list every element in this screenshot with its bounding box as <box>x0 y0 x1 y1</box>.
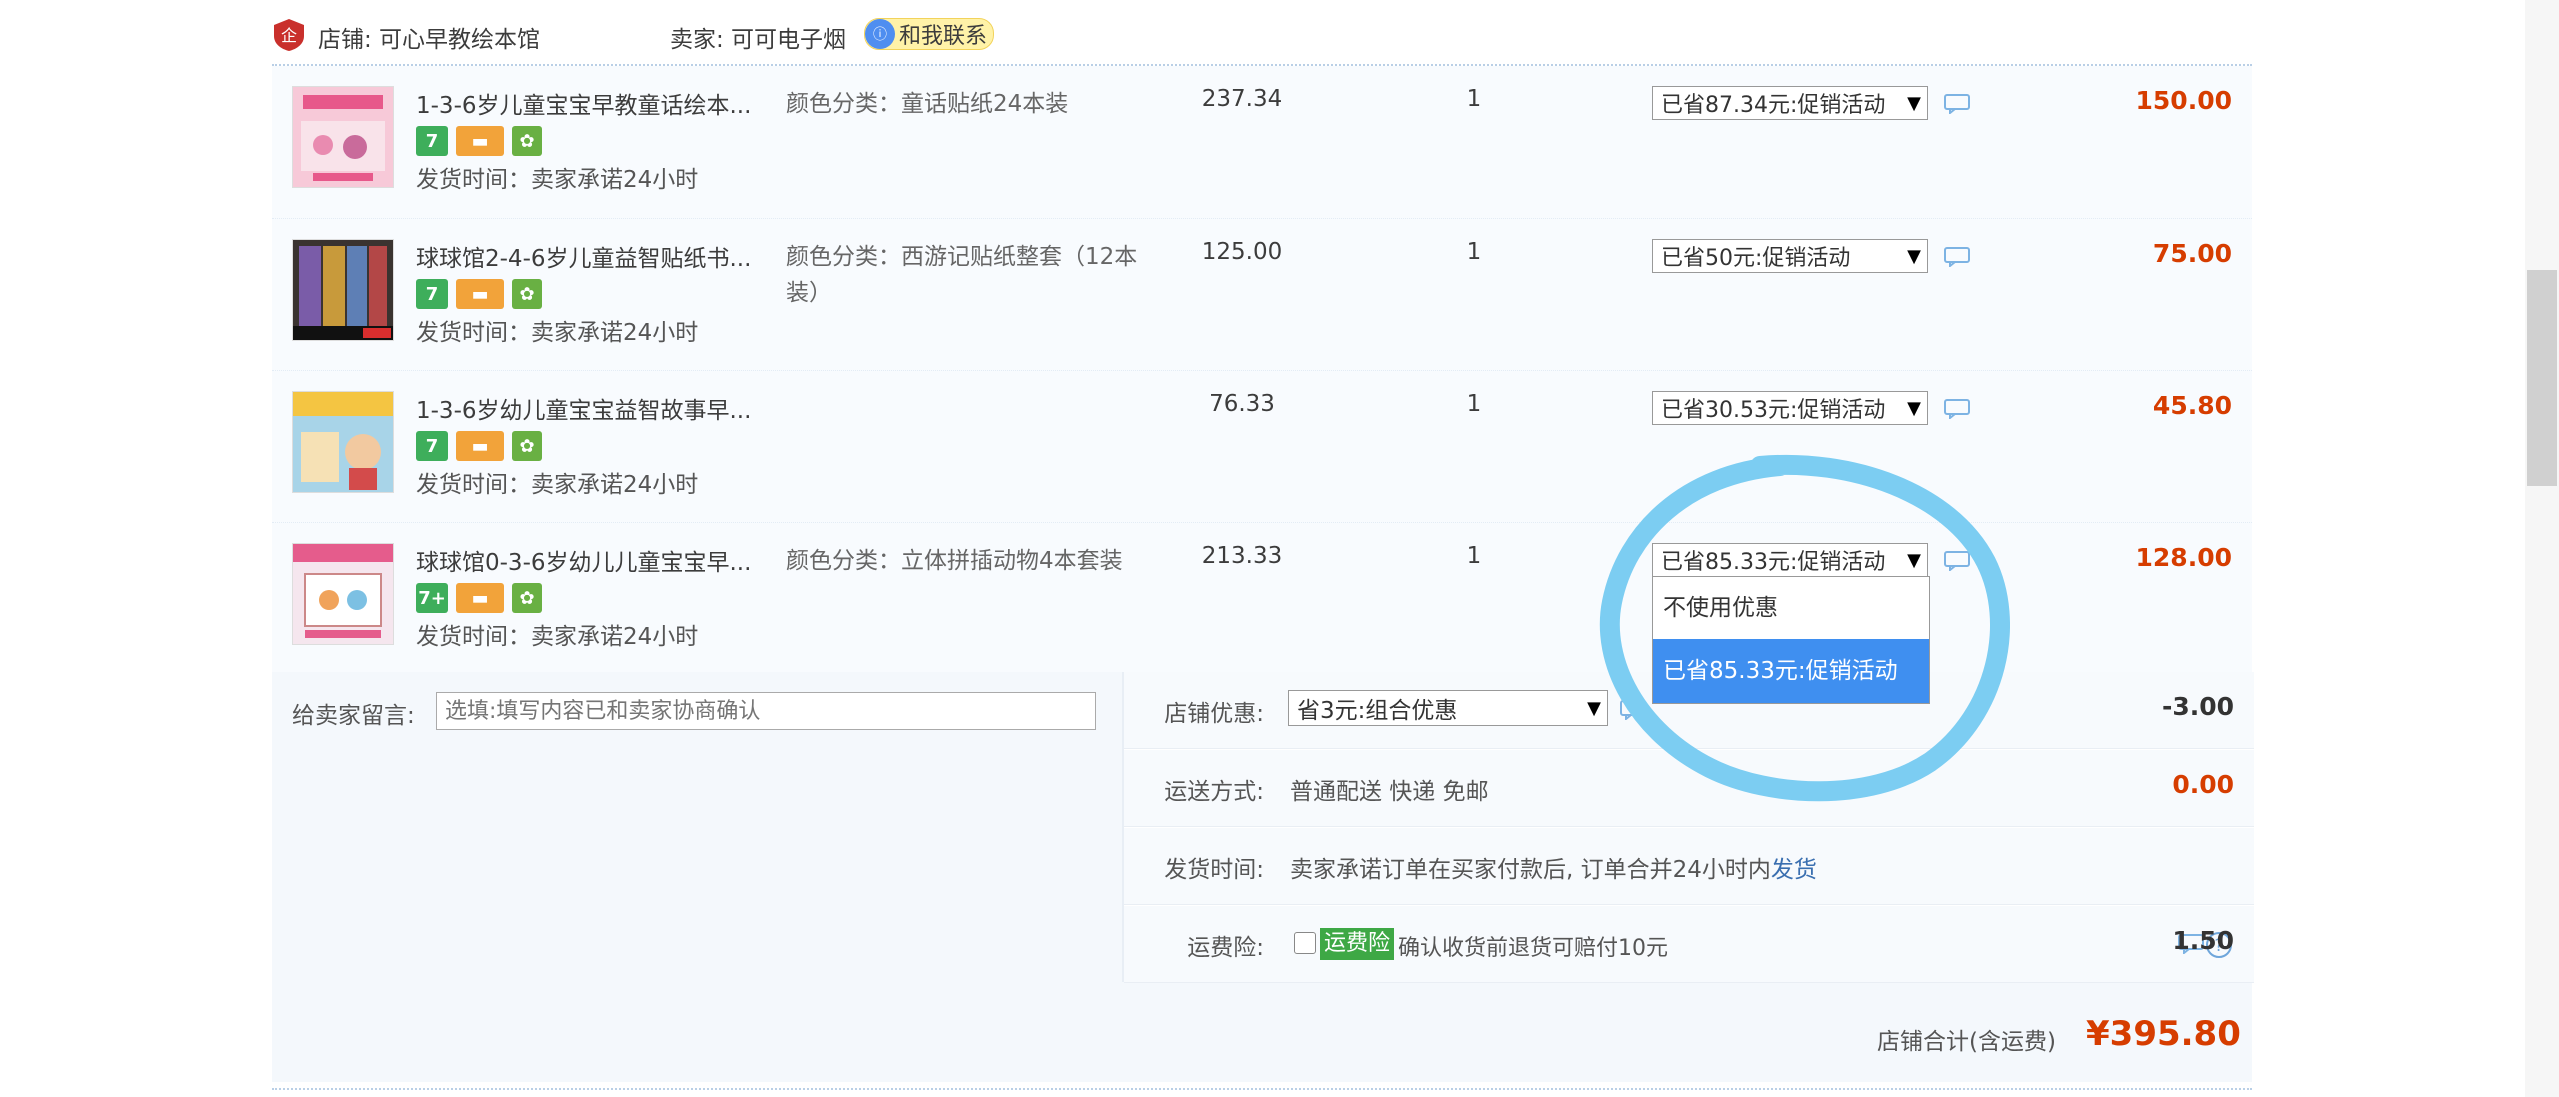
insurance-row: 运费险: 运费险 确认收货前退货可赔付10元 ? 1.50 <box>1124 906 2254 983</box>
sku-info: 颜色分类：童话贴纸24本装 <box>786 91 1069 117</box>
memo-label: 给卖家留言: <box>292 703 415 729</box>
insurance-label: 运费险: <box>1187 935 1264 961</box>
service-badges: 7+ ▬ ✿ <box>416 583 542 613</box>
promo-select[interactable]: 已省30.53元:促销活动 ▼ <box>1652 391 1928 425</box>
insurance-amount: 1.50 <box>2172 926 2234 955</box>
shop-total-value: ¥395.80 <box>2086 1014 2241 1054</box>
table-row: 1-3-6岁儿童宝宝早教童话绘本... 7 ▬ ✿ 发货时间：卖家承诺24小时 … <box>272 66 2252 216</box>
message-icon[interactable] <box>1944 399 1970 419</box>
item-total: 128.00 <box>2135 543 2232 572</box>
contact-seller-button[interactable]: ⓘ 和我联系 <box>864 18 995 50</box>
insurance-desc: 确认收货前退货可赔付10元 <box>1398 936 1668 961</box>
ship-time-row: 发货时间: 卖家承诺订单在买家付款后, 订单合并24小时内发货 <box>1124 828 2254 905</box>
quantity: 1 <box>1466 391 1482 417</box>
page-scrollbar[interactable] <box>2525 0 2559 1097</box>
product-thumbnail[interactable] <box>292 543 394 645</box>
product-title[interactable]: 1-3-6岁幼儿童宝宝益智故事早... <box>416 391 766 425</box>
unit-price: 237.34 <box>1201 86 1283 112</box>
item-total: 150.00 <box>2135 86 2232 115</box>
ship-time: 发货时间：卖家承诺24小时 <box>416 167 699 193</box>
shop-header: 企 店铺: 可心早教绘本馆 卖家: 可可电子烟 ⓘ 和我联系 <box>272 0 2252 66</box>
product-title[interactable]: 1-3-6岁儿童宝宝早教童话绘本... <box>416 86 766 120</box>
promo-select-value: 已省30.53元:促销活动 <box>1661 398 1886 423</box>
unit-price: 213.33 <box>1201 543 1283 569</box>
green-leaf-icon[interactable]: ✿ <box>512 126 542 156</box>
green-leaf-icon[interactable]: ✿ <box>512 431 542 461</box>
service-badges: 7 ▬ ✿ <box>416 431 542 461</box>
unit-price: 76.33 <box>1209 391 1275 417</box>
product-thumbnail[interactable] <box>292 239 394 341</box>
product-title[interactable]: 球球馆0-3-6岁幼儿儿童宝宝早... <box>416 543 766 577</box>
service-badges: 7 ▬ ✿ <box>416 126 542 156</box>
ship-time: 发货时间：卖家承诺24小时 <box>416 320 699 346</box>
credit-card-icon[interactable]: ▬ <box>456 583 504 613</box>
delivery-label: 运送方式: <box>1164 779 1264 805</box>
scrollbar-thumb[interactable] <box>2527 270 2557 486</box>
promo-select[interactable]: 已省87.34元:促销活动 ▼ <box>1652 86 1928 120</box>
chevron-down-icon: ▼ <box>1907 397 1921 419</box>
item-total: 75.00 <box>2152 239 2232 268</box>
service-badges: 7 ▬ ✿ <box>416 279 542 309</box>
promo-select-value: 已省50元:促销活动 <box>1661 246 1851 271</box>
shop-discount-label: 店铺优惠: <box>1164 701 1264 727</box>
insurance-checkbox[interactable] <box>1294 932 1316 954</box>
shop-name[interactable]: 店铺: 可心早教绘本馆 <box>318 20 540 54</box>
credit-card-icon[interactable]: ▬ <box>456 431 504 461</box>
ship-time-text: 卖家承诺订单在买家付款后, 订单合并24小时内发货 <box>1290 850 1817 884</box>
unit-price: 125.00 <box>1201 239 1283 265</box>
seven-day-return-icon[interactable]: 7 <box>416 279 448 309</box>
product-thumbnail[interactable] <box>292 86 394 188</box>
shop-discount-amount: -3.00 <box>2161 692 2234 721</box>
quantity: 1 <box>1466 543 1482 569</box>
message-icon[interactable] <box>1944 247 1970 267</box>
highlight-annotation-circle <box>1599 454 2010 802</box>
seven-day-return-icon[interactable]: 7 <box>416 126 448 156</box>
svg-text:企: 企 <box>281 26 297 45</box>
item-total: 45.80 <box>2152 391 2232 420</box>
memo-input[interactable] <box>436 692 1096 730</box>
delivery-amount: 0.00 <box>2172 770 2234 799</box>
ship-time-desc: 卖家承诺订单在买家付款后, 订单合并24小时内 <box>1290 857 1771 883</box>
credit-card-icon[interactable]: ▬ <box>456 126 504 156</box>
ship-time: 发货时间：卖家承诺24小时 <box>416 472 699 498</box>
promo-select-value: 已省87.34元:促销活动 <box>1661 93 1886 118</box>
sku-info: 颜色分类：西游记贴纸整套（12本装） <box>786 244 1138 306</box>
chevron-down-icon: ▼ <box>1907 92 1921 114</box>
divider <box>272 1088 2252 1090</box>
promo-select[interactable]: 已省50元:促销活动 ▼ <box>1652 239 1928 273</box>
shop-discount-value: 省3元:组合优惠 <box>1297 698 1458 724</box>
green-leaf-icon[interactable]: ✿ <box>512 583 542 613</box>
table-row: 球球馆2-4-6岁儿童益智贴纸书... 7 ▬ ✿ 发货时间：卖家承诺24小时 … <box>272 218 2252 369</box>
product-title[interactable]: 球球馆2-4-6岁儿童益智贴纸书... <box>416 239 766 273</box>
chat-bubble-icon: ⓘ <box>865 19 895 49</box>
green-leaf-icon[interactable]: ✿ <box>512 279 542 309</box>
sku-info: 颜色分类：立体拼插动物4本套装 <box>786 548 1123 574</box>
delivery-method: 普通配送 快递 免邮 <box>1290 779 1489 805</box>
quantity: 1 <box>1466 86 1482 112</box>
seven-day-return-icon[interactable]: 7 <box>416 431 448 461</box>
quantity: 1 <box>1466 239 1482 265</box>
shop-total-label: 店铺合计(含运费) <box>1877 1029 2056 1055</box>
ship-time-label: 发货时间: <box>1164 857 1264 883</box>
shop-logo-icon: 企 <box>274 19 304 51</box>
ship-link[interactable]: 发货 <box>1771 857 1817 883</box>
seven-day-return-icon[interactable]: 7+ <box>416 583 448 613</box>
seller-name[interactable]: 卖家: 可可电子烟 <box>670 20 846 54</box>
ship-time: 发货时间：卖家承诺24小时 <box>416 624 699 650</box>
shop-discount-select[interactable]: 省3元:组合优惠 ▼ <box>1288 690 1608 726</box>
insurance-tag: 运费险 <box>1320 928 1395 960</box>
contact-label: 和我联系 <box>899 24 988 49</box>
chevron-down-icon: ▼ <box>1907 245 1921 267</box>
credit-card-icon[interactable]: ▬ <box>456 279 504 309</box>
message-icon[interactable] <box>1944 94 1970 114</box>
product-thumbnail[interactable] <box>292 391 394 493</box>
